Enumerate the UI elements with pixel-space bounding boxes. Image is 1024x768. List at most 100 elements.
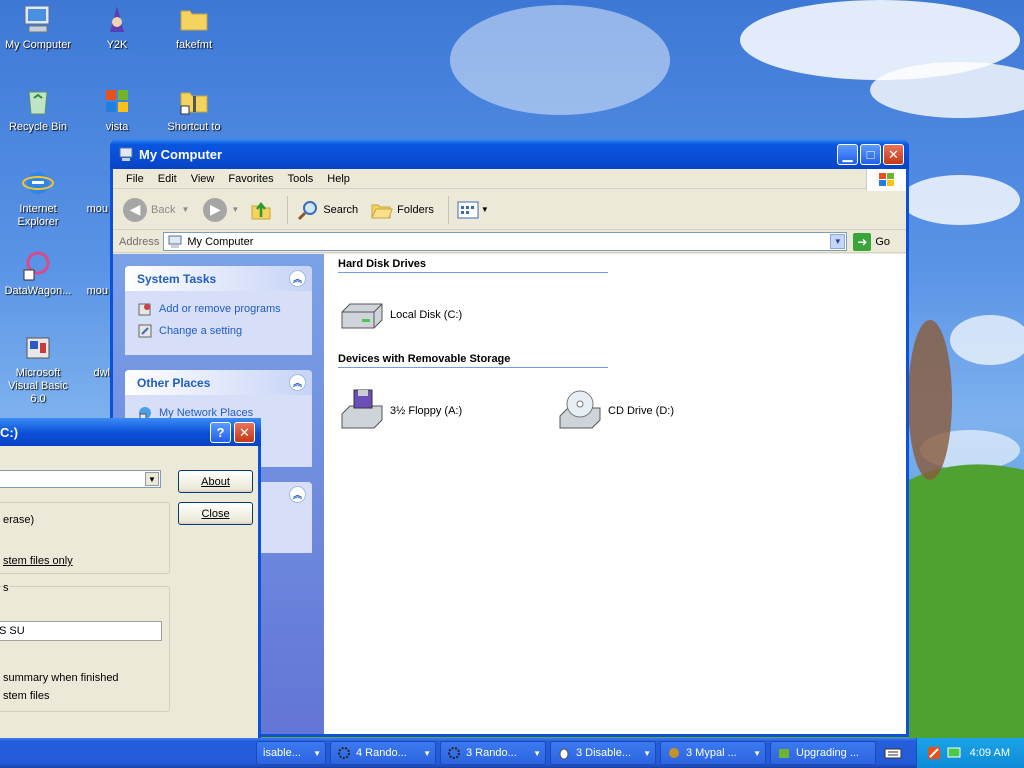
chevron-down-icon[interactable]: ▼ xyxy=(830,234,846,249)
taskbar-button[interactable]: isable... ▼ xyxy=(256,741,326,765)
menu-file[interactable]: File xyxy=(119,173,151,185)
taskbar-button[interactable]: 3 Mypal ... ▼ xyxy=(660,741,766,765)
taskbar-button[interactable]: 3 Rando... ▼ xyxy=(440,741,546,765)
go-arrow-icon: ➜ xyxy=(853,232,872,251)
add-remove-programs-link[interactable]: Add or remove programs xyxy=(137,301,300,317)
network-tray-icon[interactable] xyxy=(946,745,962,761)
security-alert-icon[interactable] xyxy=(926,745,942,761)
chevron-down-icon: ▼ xyxy=(423,748,431,758)
computer-icon xyxy=(168,235,182,248)
forward-arrow-icon: ▶ xyxy=(203,197,228,222)
desktop-icon-mou-2[interactable]: mou xyxy=(62,248,108,298)
floppy-drive-icon xyxy=(341,389,383,429)
cd-drive-item[interactable]: CD Drive (D:) xyxy=(556,388,674,434)
label-textbox[interactable]: S SU xyxy=(0,621,162,641)
about-button[interactable]: About xyxy=(178,470,253,493)
group-label: s xyxy=(3,582,9,594)
installer-icon xyxy=(779,749,789,758)
taskbar-button[interactable]: 4 Rando... ▼ xyxy=(330,741,436,765)
close-dialog-button[interactable]: Close xyxy=(178,502,253,525)
other-places-header[interactable]: Other Places ︽ xyxy=(125,370,312,395)
visual-basic-icon xyxy=(26,337,50,359)
up-button[interactable] xyxy=(249,198,273,222)
taskbar-button[interactable]: 3 Disable... ▼ xyxy=(550,741,656,765)
folders-label: Folders xyxy=(397,203,434,216)
system-tray: 4:09 AM xyxy=(916,738,1024,768)
folder-up-icon xyxy=(251,201,271,219)
menu-view[interactable]: View xyxy=(184,173,222,185)
menu-bar: File Edit View Favorites Tools Help xyxy=(113,169,906,189)
collapse-chevron-icon[interactable]: ︽ xyxy=(289,374,306,391)
collapse-chevron-icon[interactable]: ︽ xyxy=(289,486,306,503)
option-text[interactable]: stem files only xyxy=(3,555,73,567)
back-button[interactable]: ◀ Back ▼ xyxy=(123,197,190,222)
desktop-icon-y2k[interactable]: Y2K xyxy=(79,2,155,52)
window-title: My Computer xyxy=(139,146,223,162)
chevron-down-icon: ▼ xyxy=(533,748,541,758)
desktop-icon-visual-basic[interactable]: Microsoft Visual Basic 6.0 xyxy=(0,330,76,406)
chevron-down-icon: ▼ xyxy=(181,205,190,214)
computer-icon xyxy=(24,5,50,33)
address-input[interactable]: My Computer ▼ xyxy=(163,232,848,251)
views-button[interactable]: ▼ xyxy=(457,201,489,219)
datawagon-icon xyxy=(23,251,50,281)
toolbar: ◀ Back ▼ ▶ ▼ Search Folders ▼ xyxy=(113,190,906,230)
maximize-button[interactable]: □ xyxy=(860,144,881,165)
change-setting-link[interactable]: Change a setting xyxy=(137,323,300,339)
desktop-icon-mou-1[interactable]: mou xyxy=(62,166,108,216)
control-panel-icon xyxy=(138,324,152,338)
content-area: Hard Disk Drives Local Disk (C:) Devices… xyxy=(324,254,906,734)
explorer-titlebar[interactable]: My Computer ▁ □ ✕ xyxy=(110,139,909,169)
dialog-title: C:) xyxy=(0,424,19,440)
desktop-icon-label: mou xyxy=(86,285,108,297)
mypal-icon xyxy=(669,748,679,758)
go-button[interactable]: ➜ Go xyxy=(853,232,891,251)
removable-section-title: Devices with Removable Storage xyxy=(338,353,608,368)
mouse-icon xyxy=(559,748,569,760)
desktop-icon-label: My Computer xyxy=(4,39,72,51)
taskbar-button[interactable]: Upgrading ... xyxy=(770,741,876,765)
chevron-down-icon: ▼ xyxy=(313,748,321,758)
windows-flag-icon xyxy=(106,90,128,112)
menu-favorites[interactable]: Favorites xyxy=(221,173,280,185)
chevron-down-icon[interactable]: ▼ xyxy=(145,472,159,486)
menu-help[interactable]: Help xyxy=(320,173,357,185)
dialog-window: C:) ? ✕ ▼ About Close erase) stem files … xyxy=(0,418,261,768)
gear-icon xyxy=(448,747,460,759)
system-tasks-header[interactable]: System Tasks ︽ xyxy=(125,266,312,291)
chevron-down-icon: ▼ xyxy=(753,748,761,758)
floppy-drive-item[interactable]: 3½ Floppy (A:) xyxy=(338,388,462,434)
folders-icon xyxy=(371,204,393,218)
folder-icon xyxy=(180,10,208,31)
toolbar-separator xyxy=(287,195,289,224)
dialog-close-icon[interactable]: ✕ xyxy=(234,422,255,443)
minimize-button[interactable]: ▁ xyxy=(837,144,858,165)
gear-icon xyxy=(338,747,350,759)
desktop-icon-recycle-bin[interactable]: Recycle Bin xyxy=(0,84,76,134)
keyboard-icon[interactable] xyxy=(884,744,902,762)
clock[interactable]: 4:09 AM xyxy=(970,747,1010,759)
desktop-icon-my-computer[interactable]: My Computer xyxy=(0,2,76,52)
search-button[interactable]: Search xyxy=(296,198,358,222)
folders-button[interactable]: Folders xyxy=(370,198,434,222)
local-disk-item[interactable]: Local Disk (C:) xyxy=(338,292,462,338)
desktop-icon-label: Recycle Bin xyxy=(8,121,68,133)
collapse-chevron-icon[interactable]: ︽ xyxy=(289,270,306,287)
menu-edit[interactable]: Edit xyxy=(151,173,184,185)
menu-tools[interactable]: Tools xyxy=(281,173,321,185)
views-icon xyxy=(457,201,479,218)
help-button[interactable]: ? xyxy=(210,422,231,443)
desktop-icon-fakefmt[interactable]: fakefmt xyxy=(156,2,232,52)
panel-title: Other Places xyxy=(137,375,211,390)
address-value: My Computer xyxy=(187,235,254,248)
windows-logo-icon xyxy=(866,169,906,191)
desktop-icon-dwl[interactable]: dwl xyxy=(70,330,110,380)
forward-button[interactable]: ▶ ▼ xyxy=(203,197,239,222)
close-button[interactable]: ✕ xyxy=(883,144,904,165)
chevron-down-icon: ▼ xyxy=(480,205,489,214)
desktop-icon-vista[interactable]: vista xyxy=(79,84,155,134)
option-text: summary when finished xyxy=(3,672,119,684)
drive-select[interactable]: ▼ xyxy=(0,470,161,488)
go-label: Go xyxy=(875,235,891,248)
desktop-icon-shortcut[interactable]: Shortcut to xyxy=(156,84,232,134)
